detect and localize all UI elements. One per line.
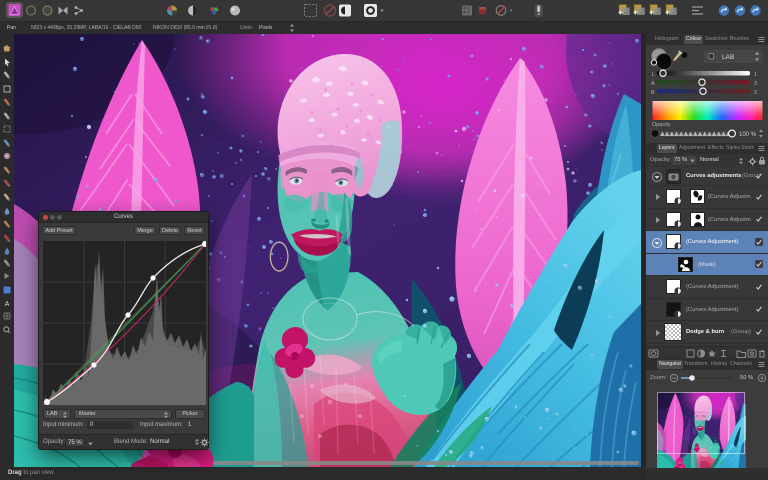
svg-text:L: L xyxy=(652,72,655,78)
svg-text:B: B xyxy=(651,90,655,96)
svg-text:2: 2 xyxy=(754,90,757,96)
svg-text:A: A xyxy=(5,301,10,308)
svg-text:A: A xyxy=(651,81,655,87)
svg-text:100 %: 100 % xyxy=(739,132,757,138)
svg-text:3: 3 xyxy=(754,81,757,87)
svg-text:LAB: LAB xyxy=(722,54,734,61)
svg-text:1: 1 xyxy=(754,72,757,78)
